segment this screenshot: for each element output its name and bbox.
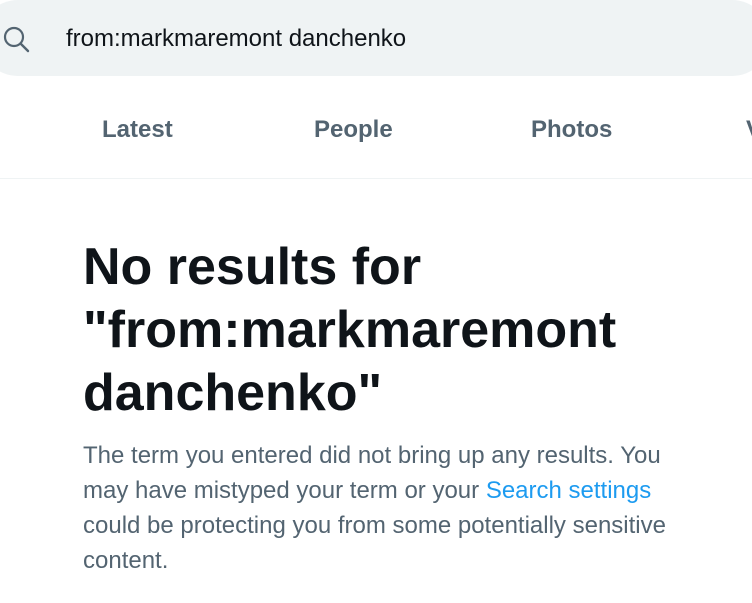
search-input[interactable] bbox=[66, 22, 686, 56]
tab-photos[interactable]: Photos bbox=[531, 116, 612, 144]
empty-state-title: No results for "from:markmaremont danche… bbox=[83, 236, 723, 425]
empty-state-message: The term you entered did not bring up an… bbox=[83, 438, 703, 578]
empty-state-text: could be protecting you from some potent… bbox=[83, 512, 666, 574]
tab-people[interactable]: People bbox=[314, 116, 393, 144]
search-tabs: Latest People Photos V bbox=[0, 76, 752, 179]
search-bar[interactable] bbox=[0, 0, 752, 76]
search-icon bbox=[2, 25, 30, 53]
empty-state-title-line: No results for bbox=[83, 238, 422, 296]
empty-state-title-line: "from:markmaremont bbox=[83, 301, 617, 359]
empty-state-title-line: danchenko" bbox=[83, 364, 383, 422]
tab-latest[interactable]: Latest bbox=[102, 116, 173, 144]
search-settings-link[interactable]: Search settings bbox=[486, 477, 651, 504]
tab-videos-partial[interactable]: V bbox=[746, 116, 752, 144]
